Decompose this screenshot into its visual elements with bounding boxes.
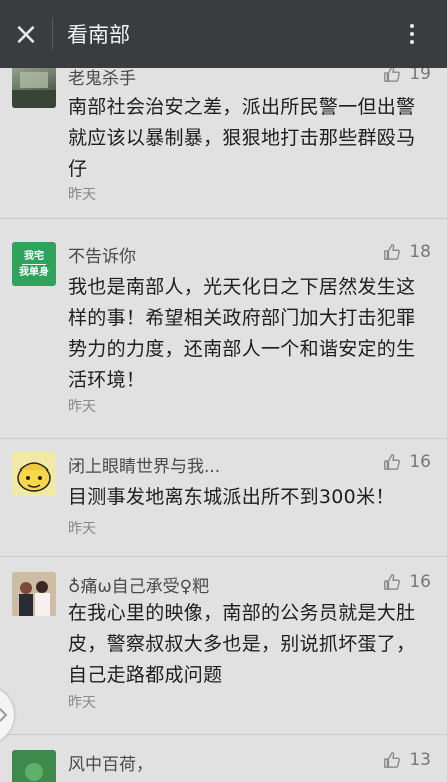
avatar[interactable] xyxy=(12,452,56,496)
comment-text: 南部社会治安之差，派出所民警一但出警就应该以暴制暴，狠狠地打击那些群殴马仔 xyxy=(68,96,416,180)
cartoon-face-icon xyxy=(12,452,56,496)
avatar-image-icon xyxy=(12,72,56,108)
more-options-button[interactable] xyxy=(397,0,427,68)
avatar[interactable] xyxy=(12,572,56,616)
comment-list[interactable]: 老鬼杀手 19 南部社会治安之差，派出所民警一但出警就应该以暴制暴，狠狠地打击那… xyxy=(0,68,447,782)
lotus-photo-icon xyxy=(12,750,56,782)
comment-time: 昨天 xyxy=(68,399,96,415)
comment-time: 昨天 xyxy=(68,695,96,711)
close-icon: × xyxy=(13,16,39,52)
avatar[interactable]: 我宅 我单身 xyxy=(12,242,56,286)
divider xyxy=(0,218,447,219)
comment-text: 目测事发地离东城派出所不到300米！ xyxy=(68,486,395,508)
comment-text: 我也是南部人，光天化日之下居然发生这样的事！希望相关政府部门加大打击犯罪势力的力… xyxy=(68,276,416,391)
like-count: 19 xyxy=(409,68,431,84)
avatar[interactable] xyxy=(12,750,56,782)
comment-nickname[interactable]: 闭上眼睛世界与我... xyxy=(68,452,220,477)
comment-item: 我宅 我单身 不告诉你 18 我也是南部人，光天化日之下居然发生这样的事！希望相… xyxy=(0,228,447,428)
like-button[interactable]: 18 xyxy=(383,242,431,262)
comment-nickname[interactable]: ♁痛ω自己承受♀粑 xyxy=(68,572,209,597)
avatar-text: 我单身 xyxy=(19,266,49,278)
comment-item: 老鬼杀手 19 南部社会治安之差，派出所民警一但出警就应该以暴制暴，狠狠地打击那… xyxy=(0,68,447,204)
like-count: 18 xyxy=(409,242,431,262)
like-button[interactable]: 13 xyxy=(383,750,431,770)
like-button[interactable]: 16 xyxy=(383,572,431,592)
comment-nickname[interactable]: 老鬼杀手 xyxy=(68,68,136,89)
comment-nickname[interactable]: 风中百荷， xyxy=(68,750,153,775)
title-bar: × 看南部 xyxy=(0,0,447,68)
thumbs-up-icon xyxy=(384,244,401,260)
thumbs-up-icon xyxy=(384,752,401,768)
more-dot-icon xyxy=(410,32,414,36)
more-dot-icon xyxy=(410,40,414,44)
title-divider xyxy=(52,18,53,50)
comment-nickname[interactable]: 不告诉你 xyxy=(68,242,136,267)
comment-time: 昨天 xyxy=(68,521,96,537)
close-button[interactable]: × xyxy=(0,0,52,68)
thumbs-up-icon xyxy=(384,68,401,82)
comment-item: 闭上眼睛世界与我... 16 目测事发地离东城派出所不到300米！ 昨天 xyxy=(0,444,447,554)
couple-photo-icon xyxy=(12,572,56,616)
divider xyxy=(0,556,447,557)
chevron-right-icon xyxy=(0,708,8,722)
comment-time: 昨天 xyxy=(68,187,96,203)
divider xyxy=(0,438,447,439)
like-count: 16 xyxy=(409,572,431,592)
comment-item: 风中百荷， 13 xyxy=(0,744,447,782)
more-dot-icon xyxy=(410,24,414,28)
like-button[interactable]: 19 xyxy=(383,68,431,84)
avatar-text: 我宅 xyxy=(24,250,44,262)
avatar-divider xyxy=(22,263,46,265)
divider xyxy=(0,734,447,735)
comment-item: ♁痛ω自己承受♀粑 16 在我心里的映像，南部的公务员就是大肚皮，警察叔叔大多也… xyxy=(0,564,447,734)
thumbs-up-icon xyxy=(384,574,401,590)
like-count: 16 xyxy=(409,452,431,472)
thumbs-up-icon xyxy=(384,454,401,470)
page-title: 看南部 xyxy=(67,23,130,47)
like-count: 13 xyxy=(409,750,431,770)
like-button[interactable]: 16 xyxy=(383,452,431,472)
comment-text: 在我心里的映像，南部的公务员就是大肚皮，警察叔叔大多也是，别说抓坏蛋了，自己走路… xyxy=(68,602,416,686)
avatar[interactable] xyxy=(12,68,56,108)
